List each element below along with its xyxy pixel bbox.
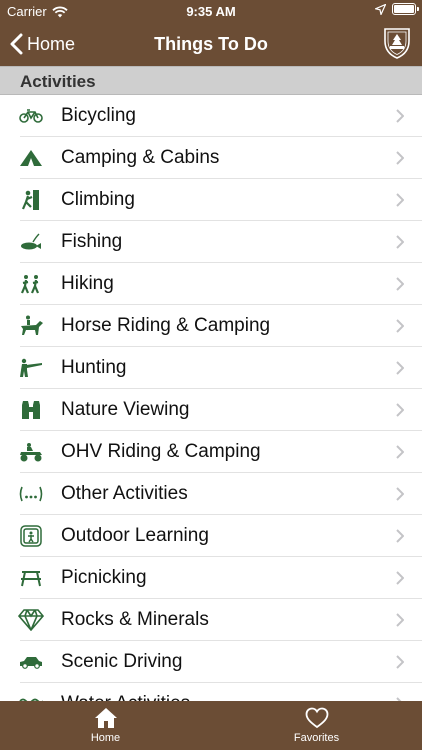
list-item-climbing[interactable]: Climbing	[0, 179, 422, 221]
fish-icon	[18, 229, 44, 255]
horse-rider-icon	[18, 313, 44, 339]
chevron-left-icon	[10, 33, 23, 55]
ellipsis-icon	[18, 481, 44, 507]
tab-favorites[interactable]: Favorites	[211, 701, 422, 750]
tab-home-label: Home	[90, 732, 121, 744]
forest-service-badge-icon	[382, 26, 412, 65]
chevron-right-icon	[396, 487, 404, 501]
back-button[interactable]: Home	[10, 22, 75, 66]
list-item-fishing[interactable]: Fishing	[0, 221, 422, 263]
water-icon	[18, 691, 44, 701]
hunter-icon	[18, 355, 44, 381]
tent-icon	[18, 145, 44, 171]
climber-icon	[18, 187, 44, 213]
home-icon	[94, 708, 117, 728]
list-item-nature-viewing[interactable]: Nature Viewing	[0, 389, 422, 431]
chevron-right-icon	[396, 109, 404, 123]
tab-home[interactable]: Home	[0, 701, 211, 750]
list-item-outdoor-learning[interactable]: Outdoor Learning	[0, 515, 422, 557]
chevron-right-icon	[396, 613, 404, 627]
list-item-scenic-driving[interactable]: Scenic Driving	[0, 641, 422, 683]
chevron-right-icon	[396, 445, 404, 459]
list-item-hunting[interactable]: Hunting	[0, 347, 422, 389]
chevron-right-icon	[396, 403, 404, 417]
chevron-right-icon	[396, 529, 404, 543]
list-item-picnicking[interactable]: Picnicking	[0, 557, 422, 599]
status-time: 9:35 AM	[186, 4, 236, 19]
bicycle-icon	[18, 103, 44, 129]
list-item-water-activities[interactable]: Water Activities	[0, 683, 422, 701]
list-item-other-activities[interactable]: Other Activities	[0, 473, 422, 515]
hikers-icon	[18, 271, 44, 297]
status-bar: Carrier 9:35 AM	[0, 0, 422, 22]
battery-icon	[392, 3, 419, 15]
chevron-right-icon	[396, 361, 404, 375]
location-arrow-icon	[375, 3, 386, 15]
car-icon	[18, 649, 44, 675]
activities-list: Bicycling Camping & Cabins Climbing Fish…	[0, 95, 422, 701]
list-item-hiking[interactable]: Hiking	[0, 263, 422, 305]
chevron-right-icon	[396, 235, 404, 249]
binoculars-icon	[18, 397, 44, 423]
chevron-right-icon	[396, 151, 404, 165]
navigation-bar: Home Things To Do	[0, 22, 422, 66]
list-item-ohv-riding-camping[interactable]: OHV Riding & Camping	[0, 431, 422, 473]
diamond-icon	[18, 607, 44, 633]
picnic-table-icon	[18, 565, 44, 591]
list-item-rocks-minerals[interactable]: Rocks & Minerals	[0, 599, 422, 641]
list-item-camping-cabins[interactable]: Camping & Cabins	[0, 137, 422, 179]
chevron-right-icon	[396, 193, 404, 207]
chevron-right-icon	[396, 655, 404, 669]
chevron-right-icon	[396, 319, 404, 333]
atv-icon	[18, 439, 44, 465]
heart-icon	[305, 707, 328, 729]
list-item-horse-riding-camping[interactable]: Horse Riding & Camping	[0, 305, 422, 347]
chevron-right-icon	[396, 571, 404, 585]
tab-favorites-label: Favorites	[293, 732, 340, 744]
back-button-label: Home	[27, 33, 76, 54]
chevron-right-icon	[396, 277, 404, 291]
section-title: Activities	[20, 72, 96, 91]
learning-icon	[18, 523, 44, 549]
section-header: Activities	[0, 66, 422, 95]
tab-bar: Home Favorites	[0, 701, 422, 750]
list-item-bicycling[interactable]: Bicycling	[0, 95, 422, 137]
